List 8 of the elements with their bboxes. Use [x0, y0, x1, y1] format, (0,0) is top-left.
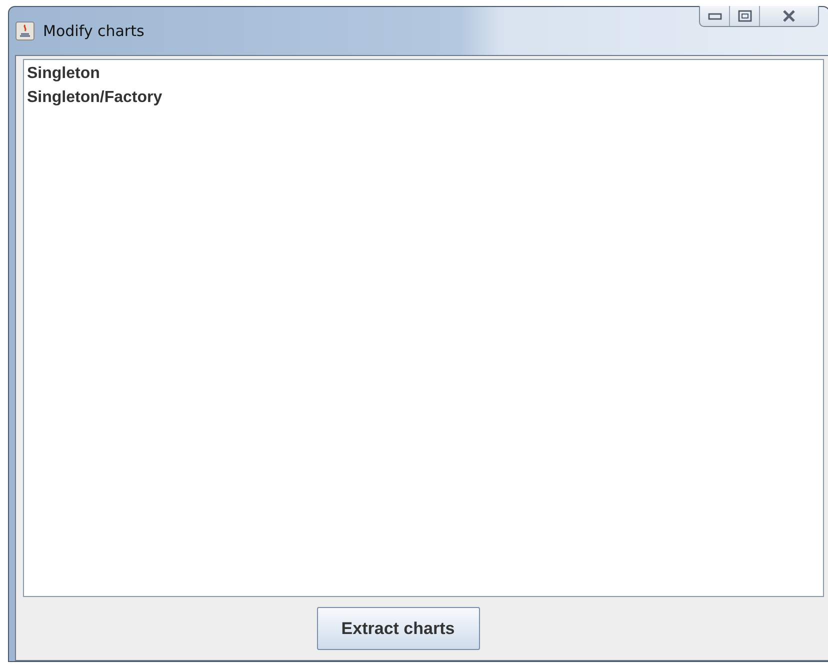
- maximize-icon: [738, 10, 752, 22]
- list-item[interactable]: Singleton: [27, 62, 820, 86]
- app-icon: [15, 21, 35, 41]
- minimize-icon: [708, 12, 722, 20]
- list-item[interactable]: Singleton/Factory: [27, 86, 820, 110]
- window-title: Modify charts: [43, 20, 144, 42]
- extract-button[interactable]: Extract charts: [316, 607, 480, 650]
- close-icon: [782, 10, 796, 22]
